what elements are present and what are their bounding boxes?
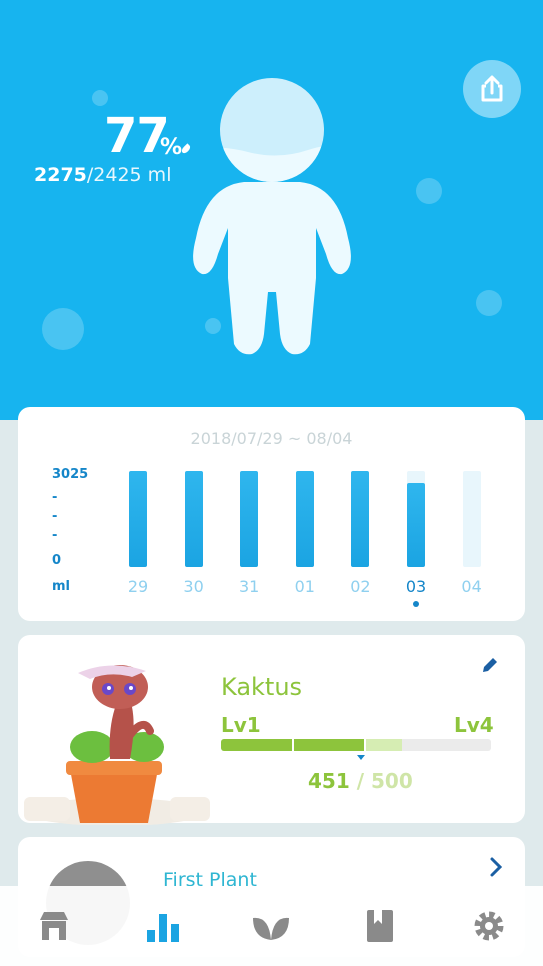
current-intake: 2275 [34,164,87,186]
bar-01[interactable] [295,471,314,567]
xp-current: 451 [308,769,350,793]
bar-29[interactable] [129,471,147,567]
level-progress-fill [221,739,365,751]
x-axis-label: 03 [405,577,427,596]
y-axis-tick: - [52,509,58,524]
level-max: Lv4 [454,713,494,737]
tab-stats[interactable] [133,896,193,956]
y-axis-unit: ml [52,579,71,594]
xp-separator: / [349,769,371,793]
stats-icon [146,914,179,942]
level-current: Lv1 [221,713,261,737]
bar-04[interactable] [462,471,481,567]
bubble-decoration [476,290,502,316]
bar-30[interactable] [184,471,203,567]
bar-fill [129,471,147,567]
bar-fill [184,471,203,567]
bottom-tab-bar [0,886,543,966]
progress-marker [357,755,365,760]
plant-card[interactable]: Kaktus Lv1 Lv4 451 / 500 [18,635,525,825]
date-range: 2018/07/29 ~ 08/04 [190,429,353,448]
x-axis-label: 29 [127,577,149,596]
y-axis-tick: - [52,490,58,505]
x-axis-label: 30 [183,577,204,596]
kaktus-plant-illustration [24,665,210,825]
chevron-right-button[interactable] [487,855,505,883]
selected-day-dot [413,601,419,607]
x-axis-label: 02 [350,577,371,596]
bar-fill [295,471,314,567]
book-icon [367,910,394,942]
level-progress-bar [221,739,491,751]
hero-panel: 77 % 2275/2425 ml [0,0,543,420]
tab-book[interactable] [350,896,410,956]
bar-31[interactable] [240,471,259,567]
x-axis-label: 01 [294,577,315,596]
bar-02[interactable] [351,471,370,567]
bar-03[interactable] [407,471,425,567]
y-axis-tick: - [52,528,58,543]
bar-fill [407,483,425,567]
daily-goal: /2425 ml [86,164,172,186]
y-axis-min: 0 [52,553,62,568]
weekly-stats-card[interactable]: 2018/07/29 ~ 08/04 3025 - - - 0 ml 29 30 3… [18,407,525,621]
plant-name: Kaktus [221,673,303,701]
percent-sign: % [160,135,183,160]
tab-settings[interactable] [459,896,519,956]
bubble-decoration [416,178,442,204]
tab-plants[interactable] [241,896,301,956]
pencil-icon [483,658,497,672]
xp-counter: 451 / 500 [308,769,413,793]
shop-icon [40,912,69,940]
x-axis-label: 31 [239,577,260,596]
bar-fill [351,471,370,567]
tab-shop[interactable] [24,896,84,956]
y-axis-max: 3025 [52,467,89,482]
x-axis-label: 04 [461,577,482,596]
edit-button[interactable] [480,655,500,679]
chevron-right-icon [490,857,503,877]
share-button[interactable] [463,60,521,118]
gear-icon [474,911,504,941]
water-amount: 2275/2425 ml [34,164,171,186]
body-water-figure [193,78,351,355]
bar-fill [240,471,259,567]
bubble-decoration [42,308,84,350]
bubble-decoration [92,90,108,106]
xp-max: 500 [370,769,413,793]
share-icon [481,75,503,102]
leaf-icon [253,917,290,940]
